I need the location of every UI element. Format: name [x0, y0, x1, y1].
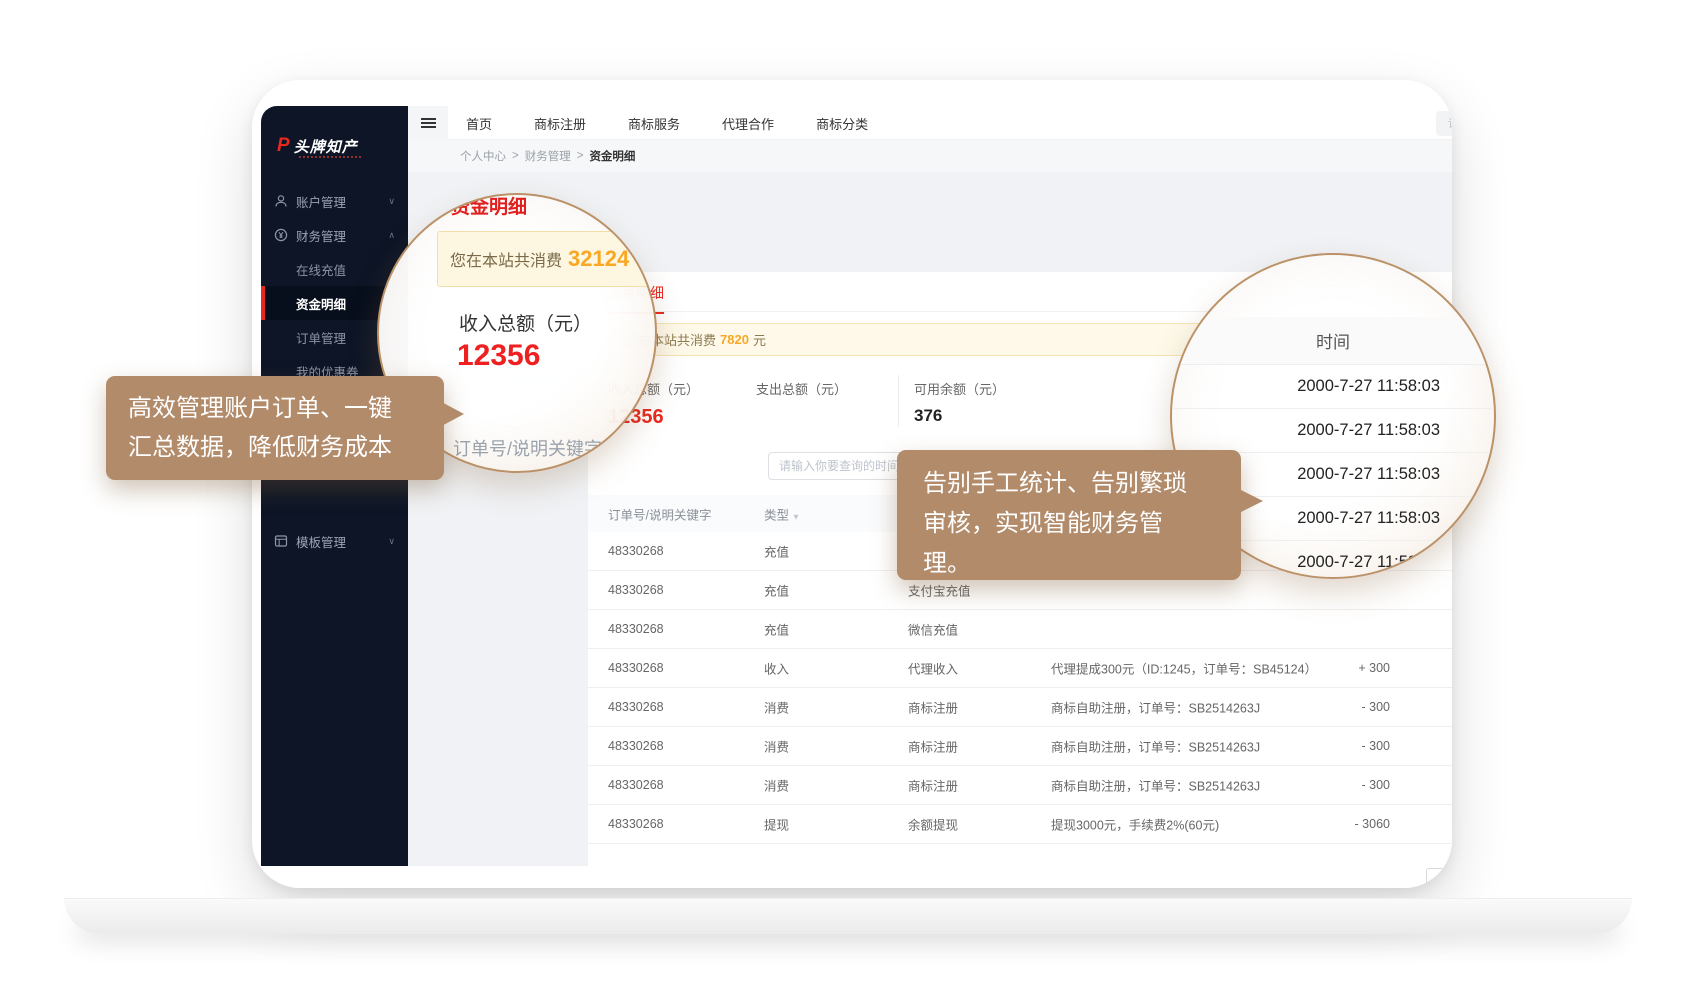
callout-right: 告别手工统计、告别繁琐 审核，实现智能财务管 理。 — [897, 450, 1241, 580]
lens-income-label: 收入总额（元） — [459, 309, 592, 336]
logo-title: 头牌知产 — [294, 136, 358, 157]
nav-trademark-register[interactable]: 商标注册 — [534, 114, 586, 133]
search-input[interactable] — [1436, 111, 1452, 136]
consumption-amount: 7820 — [720, 332, 749, 347]
lens-tab-label: 资金明细 — [451, 193, 527, 219]
user-icon — [274, 194, 288, 208]
template-icon — [274, 534, 288, 548]
callout-left: 高效管理账户订单、一键 汇总数据，降低财务成本 — [106, 376, 444, 480]
sidebar-item-templates[interactable]: 模板管理 ∨ — [261, 524, 408, 558]
sidebar: P 头牌知产 账户管理 ∨ 财务管理 ∧ — [261, 106, 408, 866]
breadcrumb-item[interactable]: 个人中心 — [460, 148, 506, 164]
stat-balance: 可用余额（元） 376 — [914, 379, 1005, 426]
hamburger-icon — [421, 118, 436, 128]
chevron-down-icon: ∨ — [388, 196, 395, 207]
breadcrumb-item[interactable]: 财务管理 — [525, 148, 571, 164]
stat-divider — [898, 375, 899, 427]
lens-time-row: 2000-7-27 11:58:03 — [1172, 365, 1494, 409]
lens-time-header: 时间 — [1172, 317, 1494, 365]
logo-tagline-dots — [299, 156, 361, 158]
app-logo: P 头牌知产 — [277, 136, 358, 157]
laptop-base — [64, 898, 1632, 934]
lens-column-header: 订单号/说明关键字 — [453, 435, 602, 461]
logo-icon: P — [277, 136, 290, 156]
table-row: 48330268消费 商标注册商标自助注册，订单号：SB2514263J - 3… — [588, 688, 1452, 727]
pagination-prev-button[interactable]: < — [1426, 868, 1449, 888]
table-row: 48330268消费 商标注册商标自助注册，订单号：SB2514263J - 3… — [588, 727, 1452, 766]
nav-agent-cooperation[interactable]: 代理合作 — [722, 114, 774, 133]
table-row: 48330268消费 商标注册商标自助注册，订单号：SB2514263J - 3… — [588, 766, 1452, 805]
table-row: 48330268充值 微信充值 2000-7-27 11:58:03 — [588, 610, 1452, 649]
chevron-up-icon: ∧ — [388, 230, 395, 241]
lens-income-value: 12356 — [457, 339, 540, 373]
table-row: 48330268收入 代理收入代理提成300元（ID:1245，订单号：SB45… — [588, 649, 1452, 688]
callout-left-arrow — [436, 399, 464, 429]
sidebar-item-account[interactable]: 账户管理 ∨ — [261, 184, 408, 218]
chevron-down-icon: ∨ — [388, 536, 395, 547]
lens-consumption-banner: 您在本站共消费 32124 7820 元 — [437, 231, 651, 287]
pagination: < 1 2 3 4 5 — [588, 868, 1452, 888]
nav-home[interactable]: 首页 — [466, 114, 492, 133]
sidebar-item-finance[interactable]: 财务管理 ∧ — [261, 218, 408, 252]
top-header: 首页 商标注册 商标服务 代理合作 商标分类 — [408, 106, 1452, 140]
nav-trademark-category[interactable]: 商标分类 — [816, 114, 868, 133]
page: P 头牌知产 账户管理 ∨ 财务管理 ∧ — [0, 0, 1696, 1002]
callout-right-arrow — [1233, 486, 1263, 516]
finance-icon — [274, 228, 288, 242]
lens-time-row: 2000-7-27 11:58:03 — [1172, 409, 1494, 453]
table-row: 48330268提现 余额提现提现3000元，手续费2%(60元) - 3060… — [588, 805, 1452, 844]
lens-consumption-amount: 32124 — [568, 246, 629, 272]
breadcrumb-current: 资金明细 — [589, 148, 635, 164]
hamburger-menu-button[interactable] — [408, 106, 448, 140]
sort-caret-icon[interactable]: ▼ — [792, 512, 800, 521]
stat-expense: 支出总额（元） — [756, 379, 847, 406]
top-nav: 首页 商标注册 商标服务 代理合作 商标分类 — [466, 106, 868, 140]
breadcrumb: 个人中心 > 财务管理 > 资金明细 — [408, 140, 1452, 172]
nav-trademark-service[interactable]: 商标服务 — [628, 114, 680, 133]
